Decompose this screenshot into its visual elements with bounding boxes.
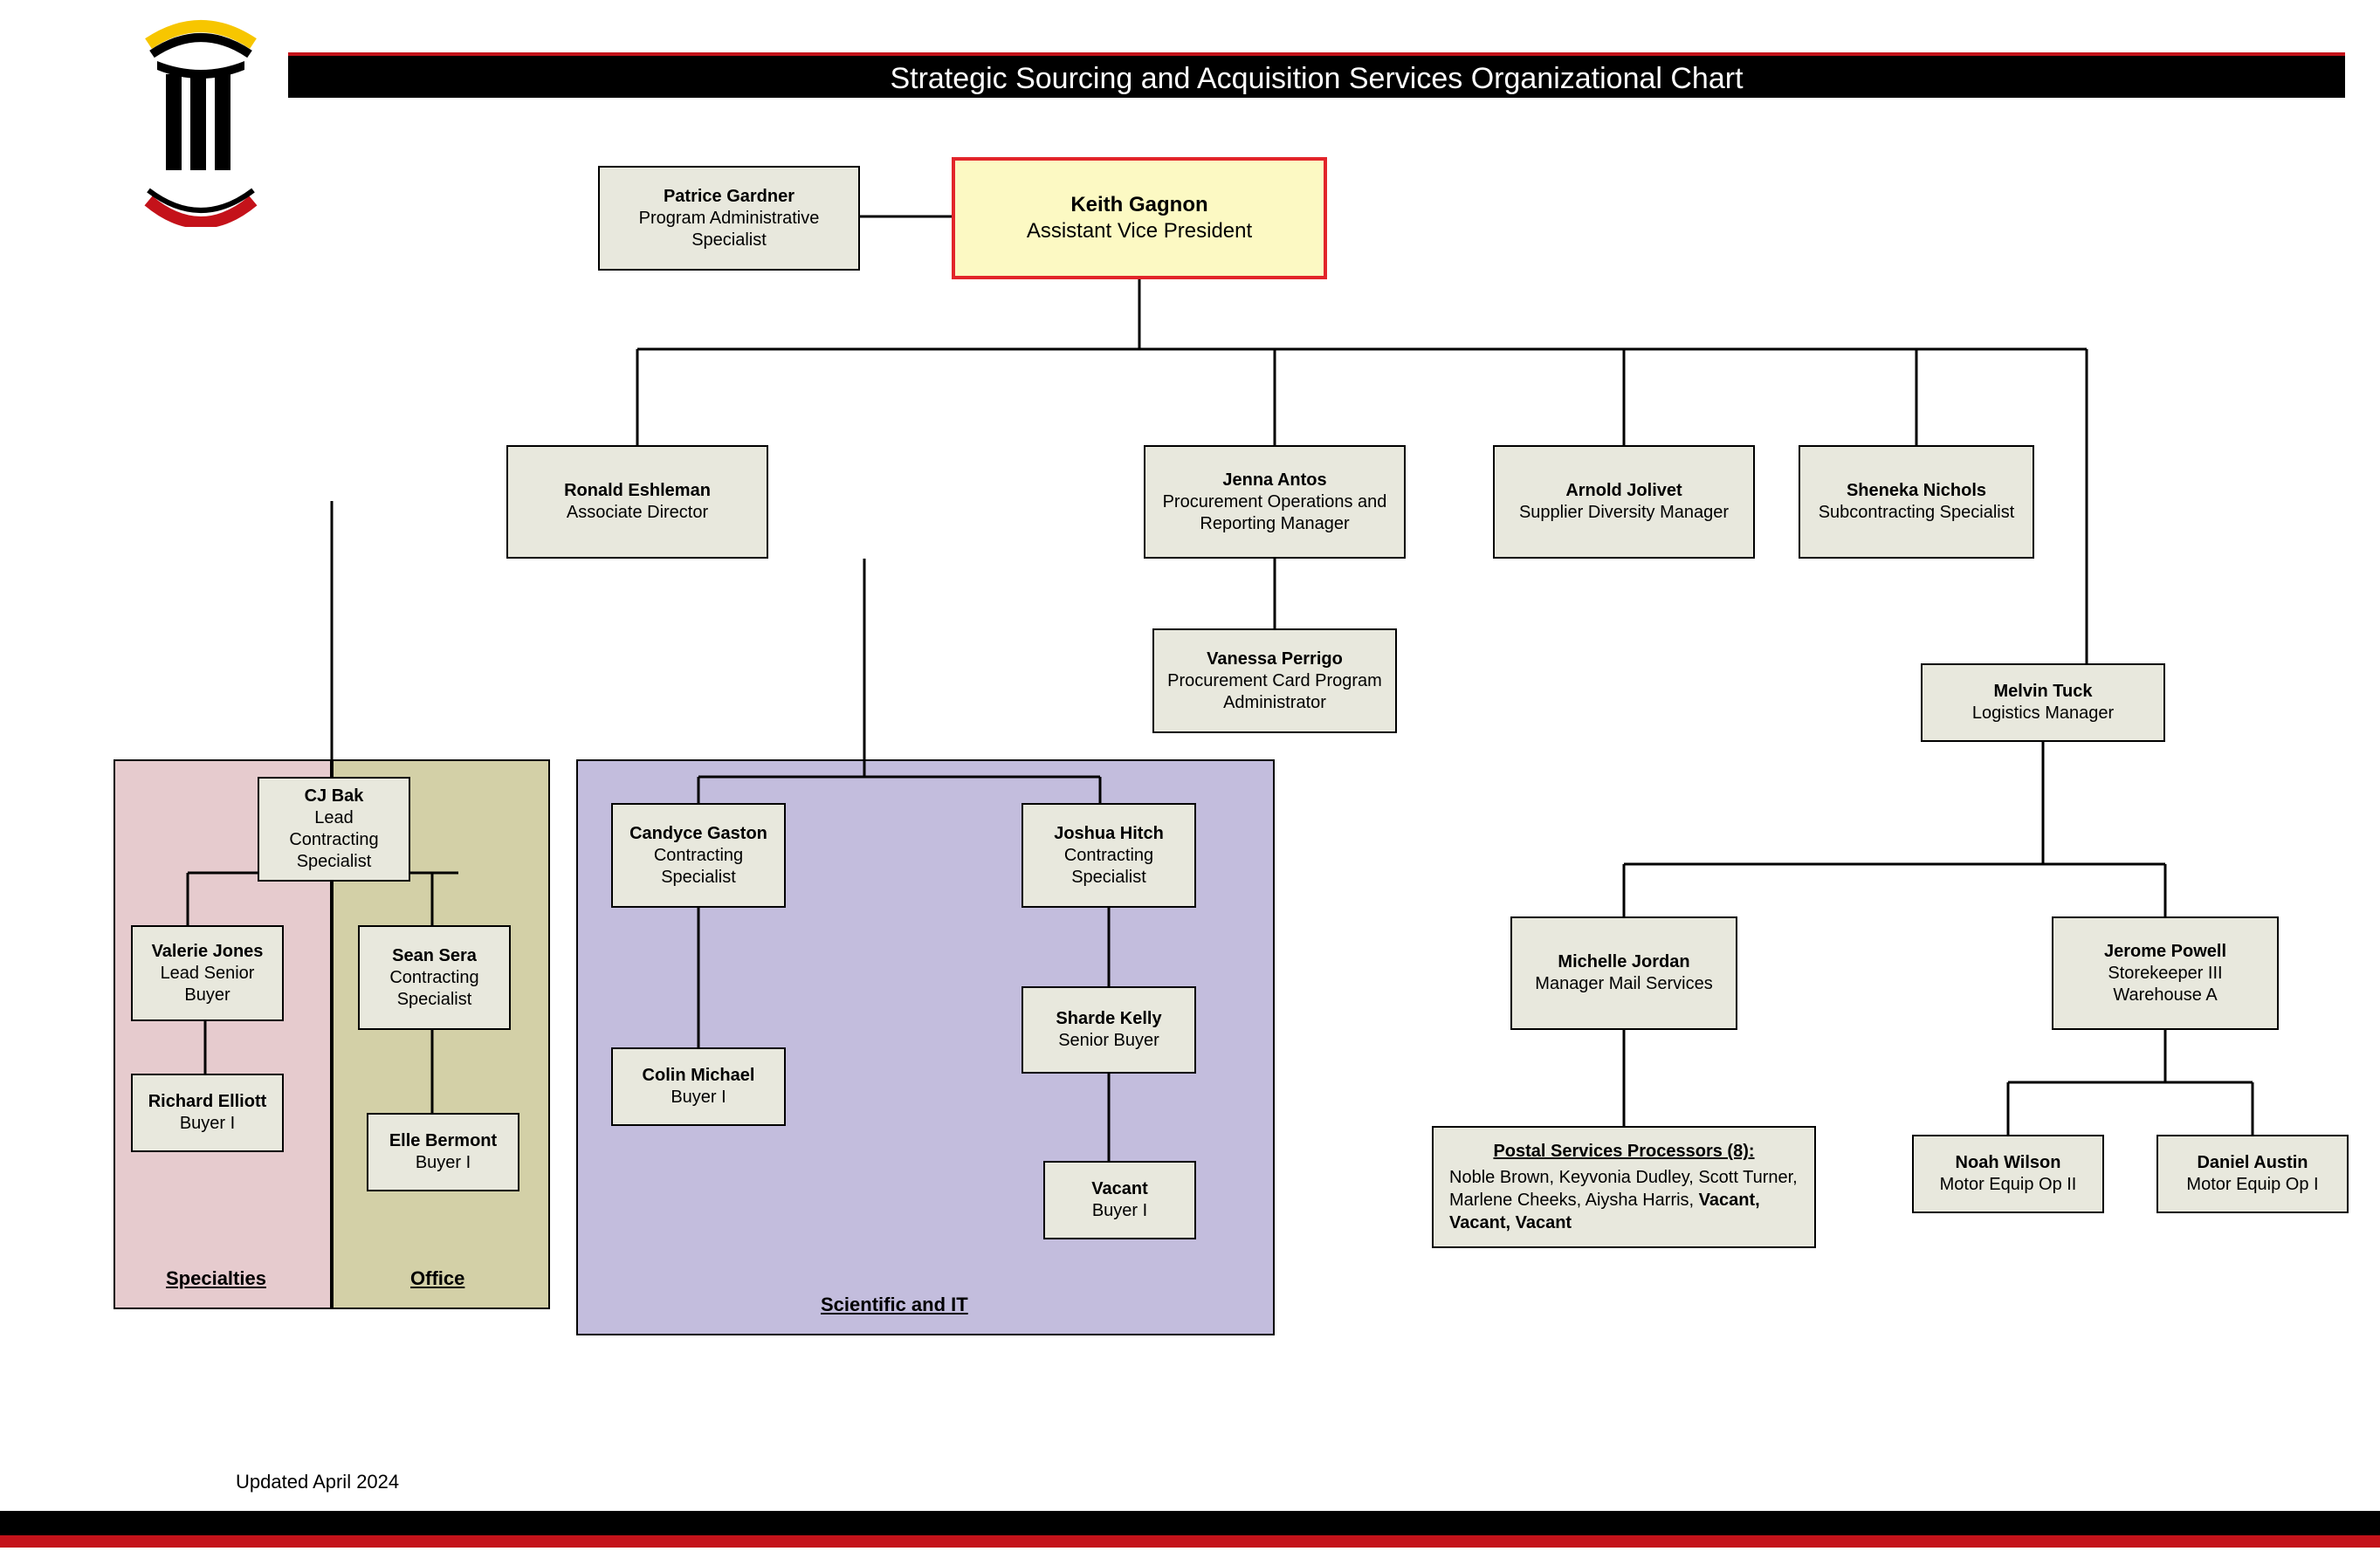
node-daniel: Daniel Austin Motor Equip Op I [2156,1135,2349,1213]
node-name: Noah Wilson [1956,1152,2061,1174]
node-keith: Keith Gagnon Assistant Vice President [952,157,1327,279]
node-title: Senior Buyer [1058,1030,1159,1052]
node-vacant: Vacant Buyer I [1043,1161,1196,1239]
node-sean: Sean Sera Contracting Specialist [358,925,511,1030]
node-name: Candyce Gaston [629,823,767,845]
node-name: Valerie Jones [152,941,264,963]
node-name: Sheneka Nichols [1847,480,1986,502]
updated-text: Updated April 2024 [236,1471,399,1493]
node-elle: Elle Bermont Buyer I [367,1113,519,1191]
node-name: Joshua Hitch [1054,823,1164,845]
node-name: Vacant [1091,1178,1147,1200]
node-sheneka: Sheneka Nichols Subcontracting Specialis… [1799,445,2034,559]
node-title: Lead Senior Buyer [141,963,273,1006]
node-noah: Noah Wilson Motor Equip Op II [1912,1135,2104,1213]
node-title: Subcontracting Specialist [1819,502,2015,524]
group-label-scientific: Scientific and IT [821,1294,968,1316]
page-title: Strategic Sourcing and Acquisition Servi… [288,52,2345,98]
node-title: Logistics Manager [1972,703,2114,724]
node-sharde: Sharde Kelly Senior Buyer [1021,986,1196,1074]
node-title: Buyer I [1092,1200,1147,1222]
node-title: Buyer I [671,1087,726,1109]
node-title: Procurement Operations and Reporting Man… [1154,491,1395,535]
node-name: Keith Gagnon [1070,192,1207,218]
node-ronald: Ronald Eshleman Associate Director [506,445,768,559]
node-title: Assistant Vice President [1027,218,1252,244]
node-title: Manager Mail Services [1535,973,1712,995]
node-title: Lead Contracting Specialist [268,807,400,873]
node-name: Vanessa Perrigo [1207,649,1343,670]
node-cj: CJ Bak Lead Contracting Specialist [258,777,410,882]
node-jenna: Jenna Antos Procurement Operations and R… [1144,445,1406,559]
node-title: Supplier Diversity Manager [1519,502,1729,524]
footer-red [0,1535,2380,1548]
node-title: Procurement Card Program Administrator [1163,670,1386,714]
node-title: Motor Equip Op I [2186,1174,2318,1196]
node-name: Elle Bermont [389,1130,497,1152]
node-title: Contracting Specialist [1032,845,1186,889]
node-name: Sean Sera [392,945,477,967]
node-vanessa: Vanessa Perrigo Procurement Card Program… [1152,628,1397,733]
org-logo [140,17,262,227]
node-valerie: Valerie Jones Lead Senior Buyer [131,925,284,1021]
node-title: Contracting Specialist [368,967,500,1011]
node-candyce: Candyce Gaston Contracting Specialist [611,803,786,908]
node-name: Ronald Eshleman [564,480,711,502]
node-name: Jenna Antos [1222,470,1326,491]
node-colin: Colin Michael Buyer I [611,1047,786,1126]
node-title: Contracting Specialist [622,845,775,889]
node-title: Buyer I [416,1152,471,1174]
node-title: Storekeeper III Warehouse A [2062,963,2268,1006]
node-name: Colin Michael [643,1065,755,1087]
node-name: Daniel Austin [2197,1152,2308,1174]
node-joshua: Joshua Hitch Contracting Specialist [1021,803,1196,908]
node-name: Patrice Gardner [664,186,794,208]
node-postal: Postal Services Processors (8): Noble Br… [1432,1126,1816,1248]
postal-header: Postal Services Processors (8): [1449,1140,1799,1163]
node-patrice: Patrice Gardner Program Administrative S… [598,166,860,271]
group-label-office: Office [410,1267,464,1290]
node-richard: Richard Elliott Buyer I [131,1074,284,1152]
node-name: CJ Bak [305,786,364,807]
node-title: Motor Equip Op II [1940,1174,2077,1196]
node-arnold: Arnold Jolivet Supplier Diversity Manage… [1493,445,1755,559]
node-melvin: Melvin Tuck Logistics Manager [1921,663,2165,742]
node-title: Associate Director [567,502,708,524]
node-name: Sharde Kelly [1056,1008,1161,1030]
node-title: Program Administrative Specialist [609,208,850,251]
node-jerome: Jerome Powell Storekeeper III Warehouse … [2052,916,2279,1030]
footer-black [0,1511,2380,1535]
node-michelle: Michelle Jordan Manager Mail Services [1510,916,1737,1030]
node-name: Melvin Tuck [1994,681,2093,703]
node-name: Richard Elliott [148,1091,267,1113]
group-label-specialties: Specialties [166,1267,266,1290]
node-name: Jerome Powell [2104,941,2226,963]
node-title: Buyer I [180,1113,235,1135]
node-name: Arnold Jolivet [1565,480,1682,502]
node-name: Michelle Jordan [1558,951,1689,973]
